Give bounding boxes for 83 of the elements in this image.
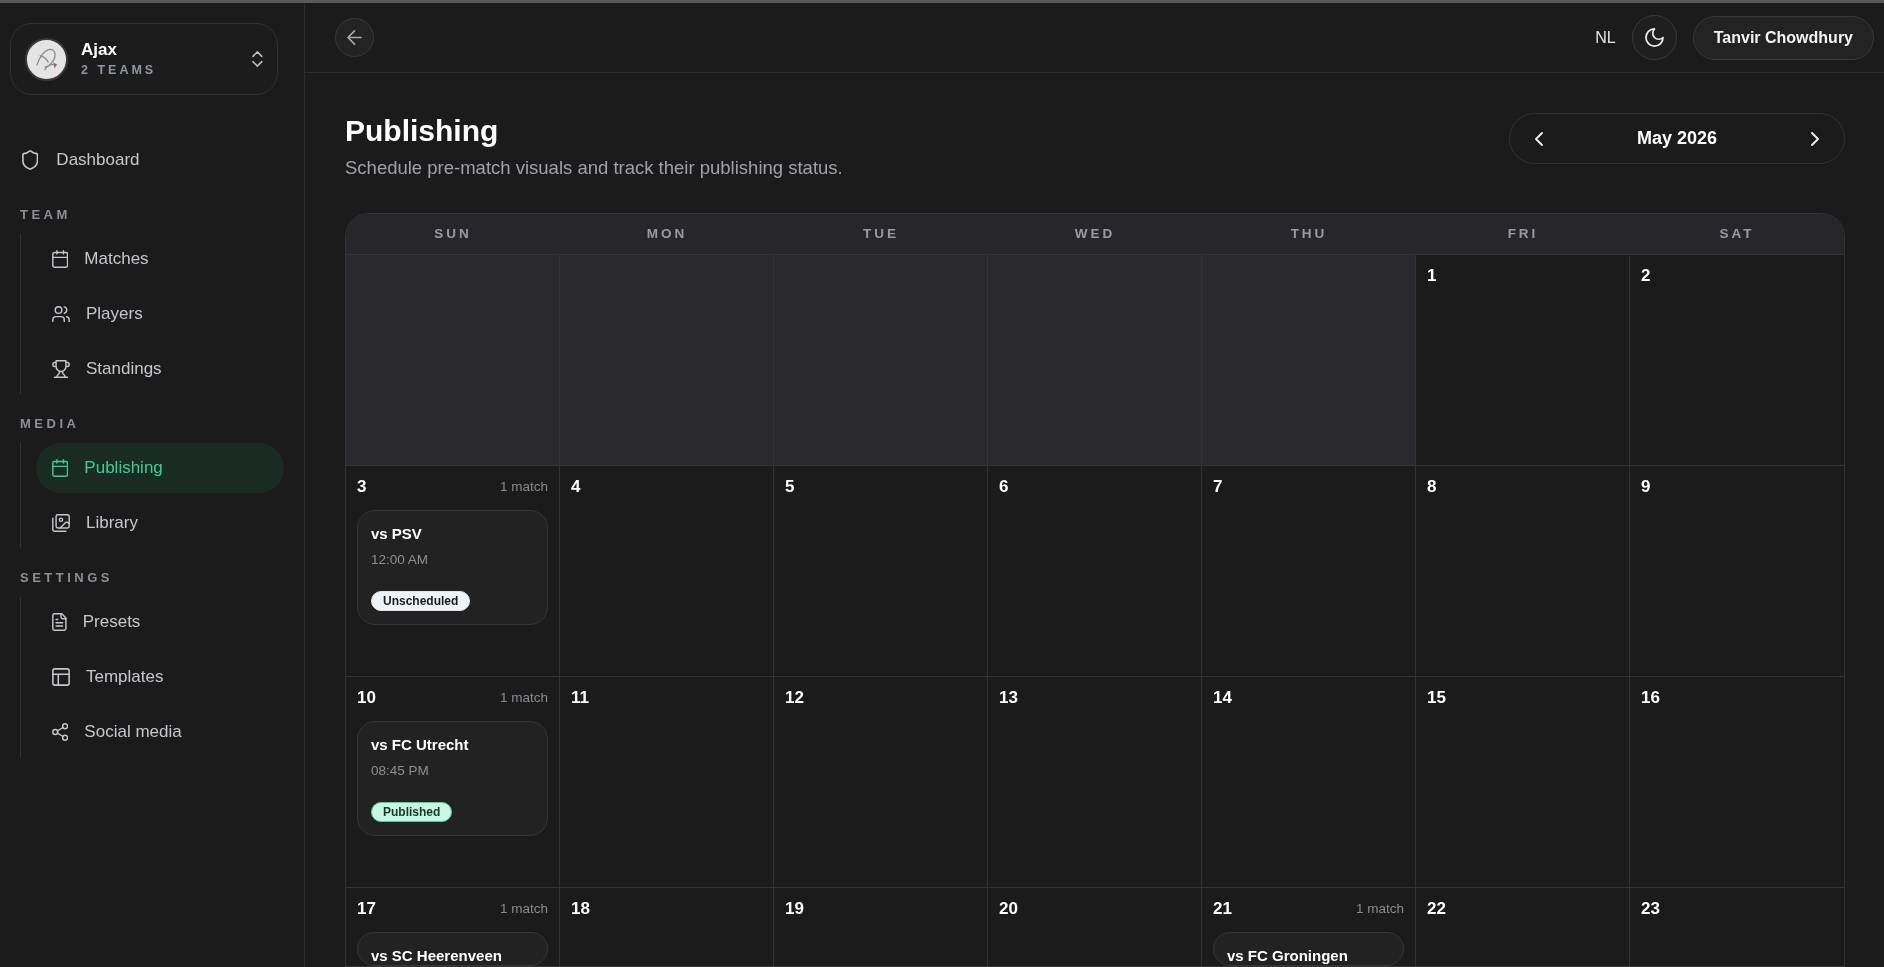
match-card[interactable]: vs SC Heerenveen bbox=[357, 932, 548, 966]
team-count: 2 TEAMS bbox=[81, 62, 158, 78]
day-number: 6 bbox=[999, 476, 1009, 498]
nav-item[interactable]: Standings bbox=[36, 344, 284, 394]
theme-toggle-button[interactable] bbox=[1631, 15, 1677, 60]
back-button[interactable] bbox=[335, 18, 374, 57]
day-number: 3 bbox=[357, 476, 367, 498]
match-card[interactable]: vs PSV 12:00 AM Unscheduled bbox=[357, 510, 548, 625]
weekday-header: FRI bbox=[1416, 214, 1630, 255]
chevrons-up-down-icon bbox=[252, 51, 263, 67]
weekday-header: TUE bbox=[774, 214, 988, 255]
people-icon bbox=[52, 305, 70, 323]
team-logo-icon bbox=[25, 37, 68, 81]
match-card[interactable]: vs FC Groningen bbox=[1213, 932, 1404, 966]
trophy-icon bbox=[52, 360, 70, 378]
day-number: 14 bbox=[1213, 687, 1232, 709]
language-button[interactable]: NL bbox=[1595, 25, 1616, 50]
match-count: 1 match bbox=[499, 478, 548, 496]
nav-item[interactable]: Presets bbox=[36, 597, 284, 647]
nav-item[interactable]: Players bbox=[36, 289, 284, 339]
section-label: MEDIA bbox=[20, 415, 81, 433]
day-number: 11 bbox=[571, 687, 589, 709]
day-number: 1 bbox=[1427, 265, 1437, 287]
day-number: 18 bbox=[571, 898, 590, 920]
section-label: TEAM bbox=[20, 206, 72, 224]
calendar-icon bbox=[52, 459, 69, 477]
match-count: 1 match bbox=[1355, 900, 1404, 918]
document-icon bbox=[52, 613, 67, 631]
day-number: 20 bbox=[999, 898, 1018, 920]
status-badge: Published bbox=[371, 802, 453, 822]
page-subtitle: Schedule pre-match visuals and track their publishing status. bbox=[345, 156, 843, 180]
shield-icon bbox=[22, 150, 39, 170]
nav-item[interactable]: Library bbox=[36, 498, 284, 548]
team-switcher[interactable]: Ajax 2 TEAMS bbox=[10, 23, 278, 95]
nav-item[interactable]: Matches bbox=[36, 234, 284, 284]
day-number: 23 bbox=[1641, 898, 1660, 920]
match-count: 1 match bbox=[499, 689, 548, 707]
day-number: 19 bbox=[785, 898, 804, 920]
match-title: vs PSV bbox=[371, 525, 423, 543]
match-title: vs SC Heerenveen bbox=[371, 947, 503, 965]
day-number: 16 bbox=[1641, 687, 1660, 709]
page-title: Publishing bbox=[345, 113, 500, 149]
day-number: 21 bbox=[1213, 898, 1232, 920]
weekday-header: THU bbox=[1202, 214, 1416, 255]
weekday-header: WED bbox=[988, 214, 1202, 255]
day-number: 4 bbox=[571, 476, 581, 498]
chevron-left-icon bbox=[1535, 131, 1543, 146]
day-number: 13 bbox=[999, 687, 1018, 709]
nav-item[interactable]: Dashboard bbox=[20, 135, 284, 185]
moon-icon bbox=[1644, 28, 1664, 47]
calendar-icon bbox=[52, 250, 69, 268]
day-number: 17 bbox=[357, 898, 376, 920]
nav-item[interactable]: Publishing bbox=[36, 443, 284, 493]
images-icon bbox=[52, 514, 70, 532]
day-number: 10 bbox=[357, 687, 376, 709]
status-badge: Unscheduled bbox=[371, 591, 471, 611]
share-icon bbox=[52, 723, 69, 741]
team-name: Ajax bbox=[81, 40, 118, 60]
day-number: 5 bbox=[785, 476, 795, 498]
weekday-header: SAT bbox=[1630, 214, 1844, 255]
day-number: 2 bbox=[1641, 265, 1651, 287]
user-menu-button[interactable]: Tanvir Chowdhury bbox=[1692, 15, 1874, 60]
back-arrow-icon bbox=[347, 30, 362, 45]
layout-icon bbox=[52, 668, 70, 686]
match-title: vs FC Groningen bbox=[1227, 947, 1349, 965]
nav-item[interactable]: Social media bbox=[36, 707, 284, 757]
match-time: 12:00 AM bbox=[371, 551, 430, 569]
day-number: 8 bbox=[1427, 476, 1437, 498]
weekday-header: MON bbox=[560, 214, 774, 255]
match-count: 1 match bbox=[499, 900, 548, 918]
chevron-right-icon bbox=[1811, 131, 1819, 146]
day-number: 7 bbox=[1213, 476, 1223, 498]
section-label: SETTINGS bbox=[20, 569, 114, 587]
match-time: 08:45 PM bbox=[371, 762, 430, 780]
month-label: May 2026 bbox=[1636, 127, 1718, 150]
nav-item[interactable]: Templates bbox=[36, 652, 284, 702]
day-number: 15 bbox=[1427, 687, 1446, 709]
day-number: 9 bbox=[1641, 476, 1651, 498]
match-card[interactable]: vs FC Utrecht 08:45 PM Published bbox=[357, 721, 548, 836]
weekday-header: SUN bbox=[346, 214, 560, 255]
match-title: vs FC Utrecht bbox=[371, 736, 470, 754]
day-number: 22 bbox=[1427, 898, 1446, 920]
day-number: 12 bbox=[785, 687, 804, 709]
